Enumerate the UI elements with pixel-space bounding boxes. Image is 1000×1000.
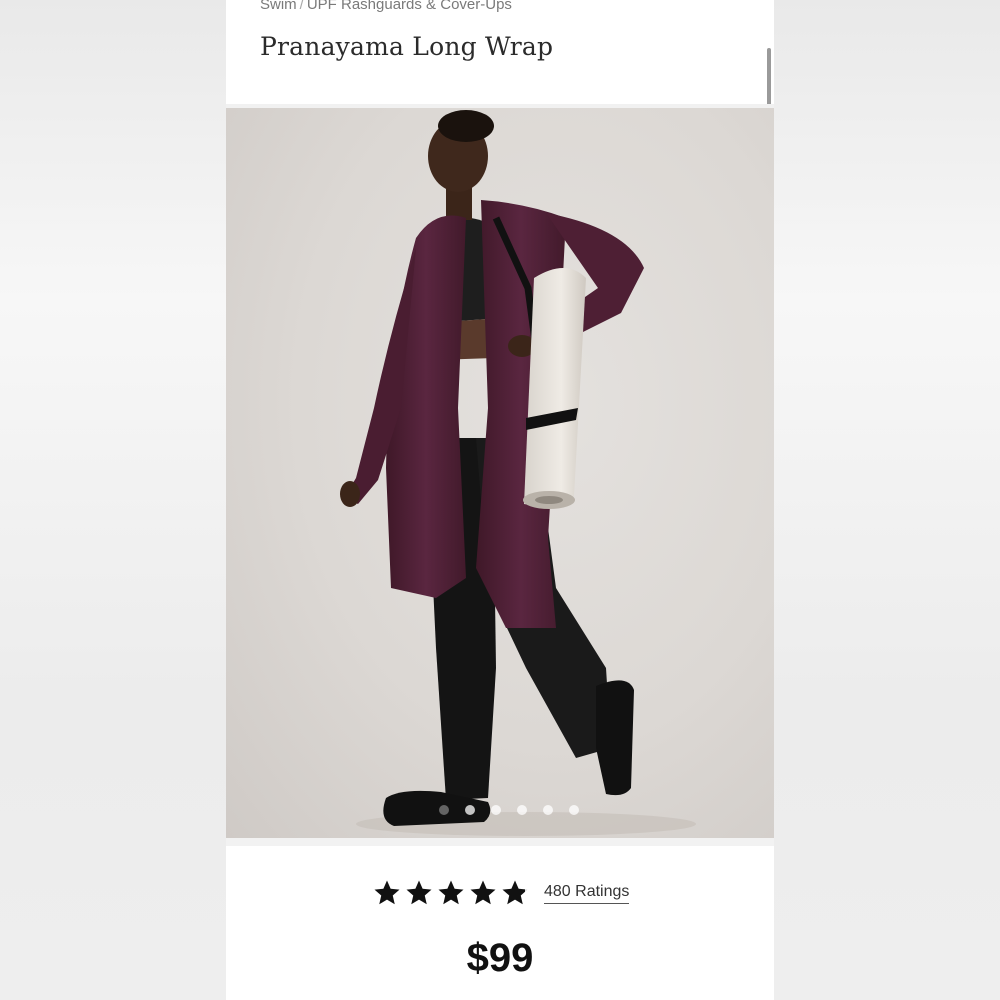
breadcrumb-item-upf-rashguards[interactable]: UPF Rashguards & Cover-Ups [307, 0, 512, 13]
product-price: $99 [466, 936, 534, 980]
product-page: Swim / UPF Rashguards & Cover-Ups Pranayam… [226, 0, 774, 1000]
product-title: Pranayama Long Wrap [260, 32, 554, 61]
rating-row: 480 Ratings [372, 878, 630, 908]
star-icon [374, 880, 400, 905]
carousel-dot-3[interactable] [491, 805, 501, 815]
carousel-dot-2[interactable] [465, 805, 475, 815]
breadcrumb-separator: / [299, 0, 304, 13]
star-icon [406, 880, 432, 905]
carousel-dot-1[interactable] [439, 805, 449, 815]
breadcrumb-item-swim[interactable]: Swim [260, 0, 297, 13]
star-icon [438, 880, 464, 905]
carousel-dot-4[interactable] [517, 805, 527, 815]
blurred-background-right [774, 0, 1000, 1000]
blurred-background-left [0, 0, 226, 1000]
ratings-count-link[interactable]: 480 Ratings [544, 883, 630, 904]
carousel-dot-5[interactable] [543, 805, 553, 815]
carousel-dots [226, 805, 774, 815]
breadcrumb: Swim / UPF Rashguards & Cover-Ups [260, 0, 512, 13]
carousel-dot-6[interactable] [569, 805, 579, 815]
star-rating [372, 878, 530, 908]
star-half-icon [502, 880, 528, 905]
product-photo [340, 110, 696, 836]
product-summary: 480 Ratings $99 [226, 838, 774, 1000]
star-icon [470, 880, 496, 905]
product-image-gallery[interactable] [226, 104, 774, 842]
